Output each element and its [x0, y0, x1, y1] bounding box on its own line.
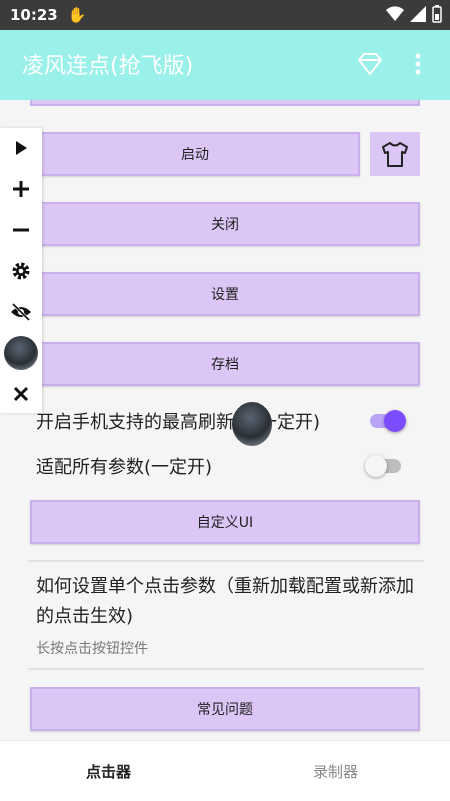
switch-knob [365, 455, 387, 477]
remove-point-button[interactable] [0, 213, 42, 247]
play-button[interactable] [0, 131, 42, 165]
nav-clicker[interactable]: 点击器 [86, 761, 131, 782]
close-icon [13, 386, 29, 402]
adapt-params-switch[interactable] [365, 455, 401, 477]
battery-icon [432, 5, 442, 23]
max-refresh-rate-label: 开启手机支持的最高刷新率(一定开) [36, 412, 321, 433]
custom-ui-button[interactable]: 自定义UI [30, 500, 420, 544]
settings-button[interactable]: 设置 [30, 272, 420, 316]
diamond-icon[interactable] [357, 52, 383, 76]
adapt-params-label: 适配所有参数(一定开) [36, 457, 213, 478]
touch-hand-icon: ✋ [67, 6, 87, 24]
app-bar: 凌风连点(抢飞版) [0, 30, 450, 100]
status-bar: 10:23 ✋ [0, 0, 450, 30]
start-button[interactable]: 启动 [30, 132, 360, 176]
hide-button[interactable] [0, 295, 42, 329]
floating-avatar[interactable] [232, 402, 272, 446]
shirt-icon [382, 142, 408, 167]
avatar-button[interactable] [0, 336, 42, 370]
bottom-navigation: 点击器 录制器 [0, 740, 450, 801]
divider [28, 560, 424, 562]
close-floating-button[interactable] [0, 377, 42, 411]
switch-knob [384, 410, 406, 432]
theme-shirt-button[interactable] [370, 132, 420, 176]
faq-button[interactable]: 常见问题 [30, 687, 420, 731]
gear-icon [12, 262, 30, 280]
more-vertical-icon[interactable] [414, 52, 422, 76]
help-title: 如何设置单个点击参数（重新加载配置或新添加的点击生效) [36, 576, 414, 627]
divider [28, 668, 424, 670]
gear-button[interactable] [0, 254, 42, 288]
add-point-button[interactable] [0, 172, 42, 206]
eye-off-icon [11, 303, 31, 321]
max-refresh-rate-switch[interactable] [370, 410, 406, 432]
wifi-icon [386, 6, 404, 22]
plus-icon [13, 181, 29, 197]
previous-button-remnant [30, 100, 420, 106]
signal-icon [410, 6, 426, 22]
floating-control-bar [0, 128, 42, 413]
close-button[interactable]: 关闭 [30, 202, 420, 246]
app-title: 凌风连点(抢飞版) [22, 54, 194, 79]
nav-recorder[interactable]: 录制器 [313, 761, 358, 782]
avatar [4, 336, 38, 370]
status-time: 10:23 [10, 6, 58, 24]
help-subtitle: 长按点击按钮控件 [36, 641, 148, 657]
play-icon [16, 141, 27, 155]
status-icons [386, 5, 442, 23]
minus-icon [13, 228, 29, 232]
archive-button[interactable]: 存档 [30, 342, 420, 386]
